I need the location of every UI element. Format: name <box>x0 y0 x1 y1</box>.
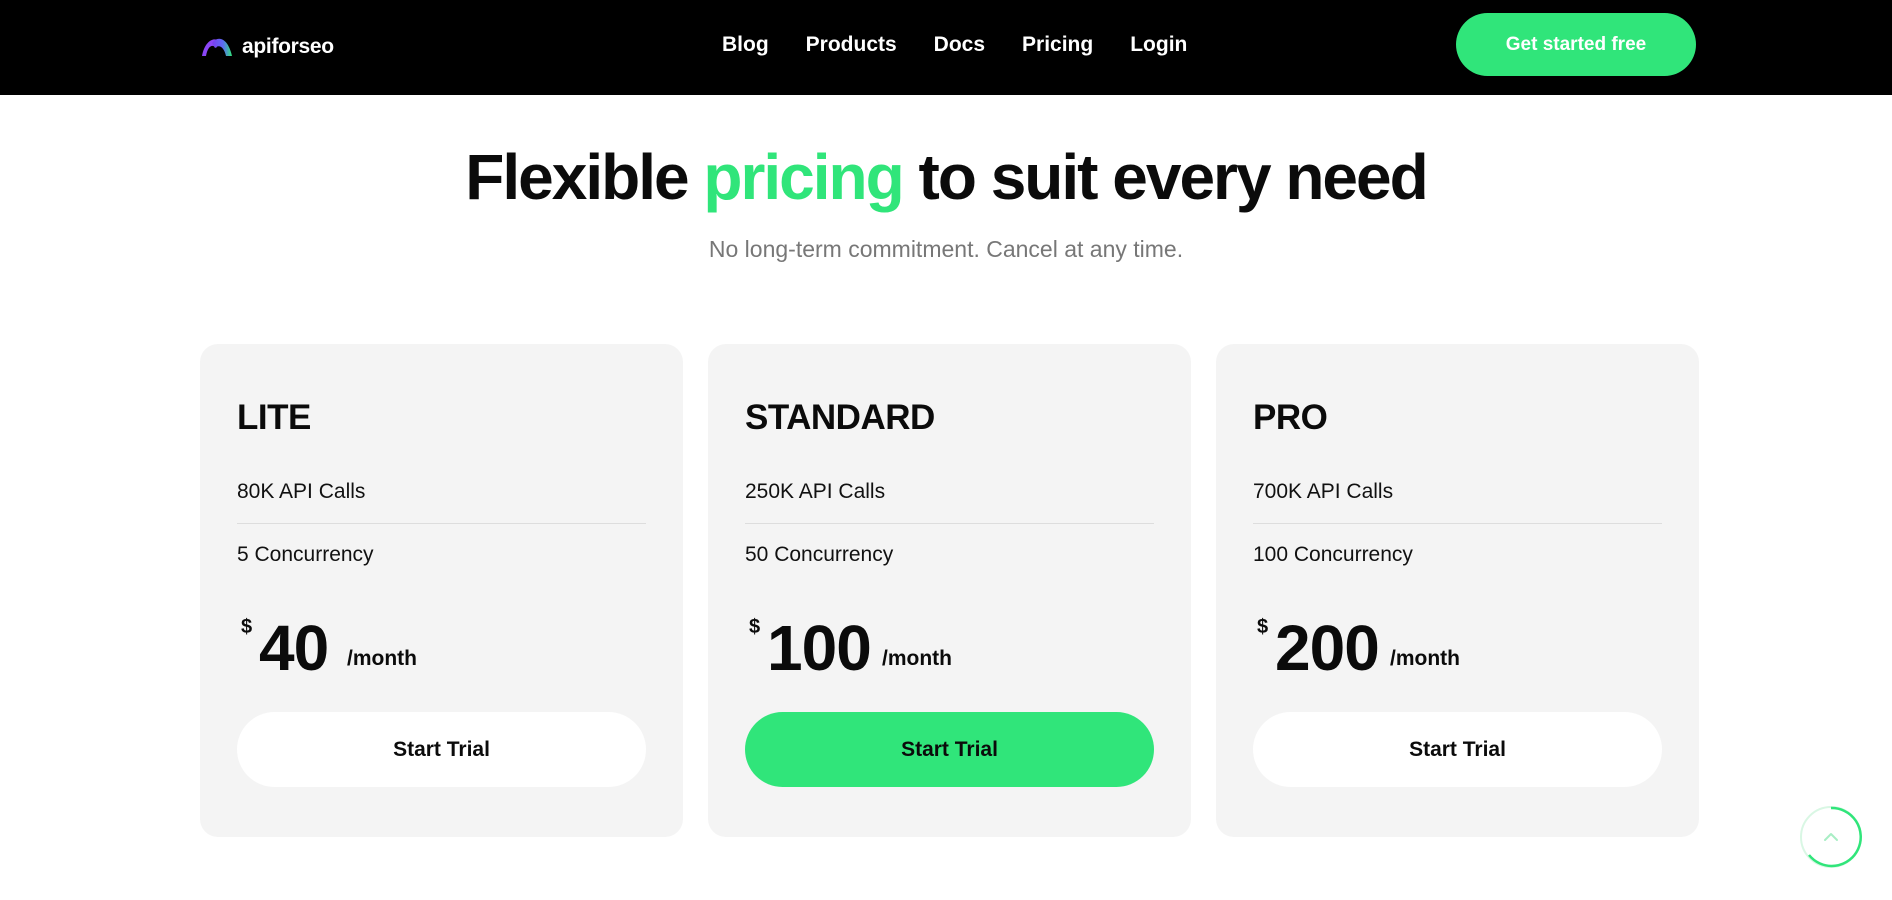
plan-api-calls: 250K API Calls <box>745 480 886 503</box>
back-to-top-button[interactable] <box>1800 806 1862 868</box>
price-amount: 200 <box>1275 612 1380 684</box>
main-nav: Blog Products Docs Pricing Login <box>722 30 1187 60</box>
feature-divider <box>237 523 646 524</box>
page-subtitle: No long-term commitment. Cancel at any t… <box>708 236 1184 262</box>
feature-divider <box>1253 523 1662 524</box>
plan-concurrency: 5 Concurrency <box>237 543 374 566</box>
plan-concurrency: 50 Concurrency <box>745 543 894 566</box>
nav-link-docs[interactable]: Docs <box>934 33 985 57</box>
plan-card-pro: PRO 700K API Calls 100 Concurrency $ 200… <box>1216 344 1699 837</box>
price-currency: $ <box>749 616 761 638</box>
price-currency: $ <box>241 616 253 638</box>
plan-name: STANDARD <box>745 398 935 437</box>
start-trial-button-pro[interactable]: Start Trial <box>1253 712 1662 787</box>
get-started-button[interactable]: Get started free <box>1456 13 1696 76</box>
logo-link[interactable]: apiforseo <box>199 30 334 64</box>
price-amount: 40 <box>259 612 329 684</box>
plan-api-calls: 700K API Calls <box>1253 480 1394 503</box>
page-title: Flexible pricing to suit every need <box>0 140 1892 214</box>
title-part-1: Flexible <box>465 141 704 213</box>
start-trial-button-standard[interactable]: Start Trial <box>745 712 1154 787</box>
top-navigation-bar: apiforseo Blog Products Docs Pricing Log… <box>0 0 1892 95</box>
plan-api-calls: 80K API Calls <box>237 480 366 503</box>
nav-link-blog[interactable]: Blog <box>722 33 769 57</box>
plan-name: PRO <box>1253 398 1328 437</box>
title-accent-word: pricing <box>703 141 904 213</box>
nav-link-products[interactable]: Products <box>806 33 897 57</box>
start-trial-button-lite[interactable]: Start Trial <box>237 712 646 787</box>
feature-divider <box>745 523 1154 524</box>
title-part-2: to suit every need <box>902 141 1429 213</box>
price-amount: 100 <box>767 612 872 684</box>
price-currency: $ <box>1257 616 1269 638</box>
plan-name: LITE <box>237 398 311 437</box>
logo-text: apiforseo <box>242 35 334 58</box>
plan-concurrency: 100 Concurrency <box>1253 543 1413 566</box>
nav-link-login[interactable]: Login <box>1130 33 1187 57</box>
arc-logo-icon <box>199 36 235 58</box>
price-period: /month <box>347 647 417 670</box>
price-period: /month <box>1390 647 1460 670</box>
nav-link-pricing[interactable]: Pricing <box>1022 33 1093 57</box>
plan-card-standard: STANDARD 250K API Calls 50 Concurrency $… <box>708 344 1191 837</box>
price-period: /month <box>882 647 952 670</box>
plan-card-lite: LITE 80K API Calls 5 Concurrency $ 40 /m… <box>200 344 683 837</box>
